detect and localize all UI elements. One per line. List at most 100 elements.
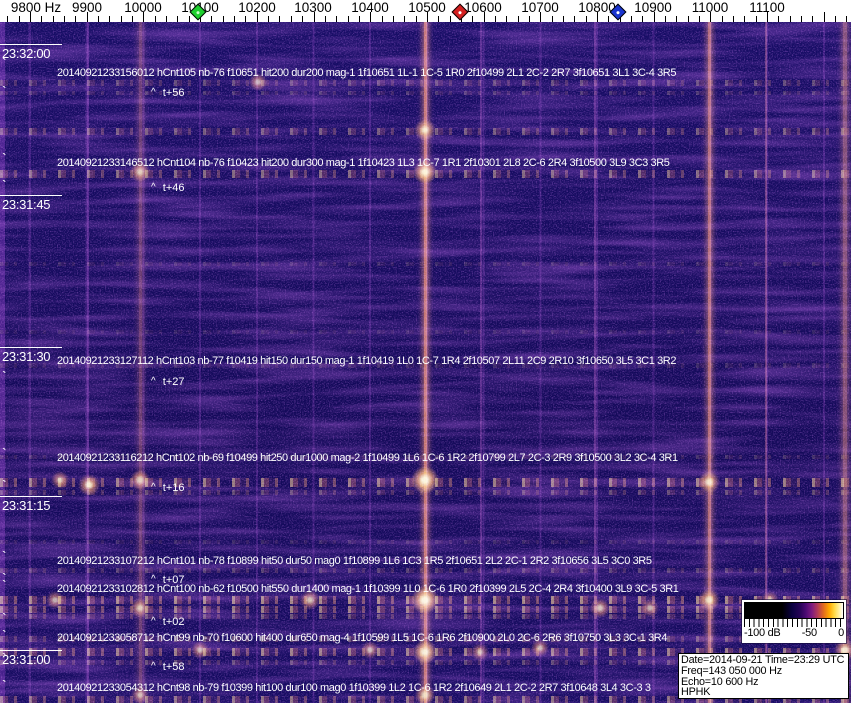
freq-tick: [392, 16, 394, 22]
freq-tick-label: 11100: [749, 0, 785, 15]
time-cursor: ^ t+58: [151, 661, 185, 673]
freq-tick: [687, 16, 689, 22]
freq-tick: [823, 12, 825, 22]
freq-tick: [347, 16, 349, 22]
left-edge-tick: `: [2, 610, 7, 626]
freq-tick-label: 10900: [634, 0, 672, 15]
scale-mid-label: -50: [801, 627, 817, 639]
time-cursor: ^ t+02: [151, 616, 185, 628]
caret-icon: ^: [151, 87, 156, 98]
time-tick-line: [0, 650, 62, 651]
freq-tick: [268, 16, 270, 22]
freq-tick: [608, 16, 610, 22]
freq-tick: [812, 16, 814, 22]
detection-log-line: 20140921233058712 hCnt99 nb-70 f10600 hi…: [57, 632, 668, 644]
freq-tick-label: 10200: [238, 0, 276, 15]
freq-tick: [41, 16, 43, 22]
freq-tick: [234, 16, 236, 22]
caret-icon: ^: [151, 482, 156, 493]
status-info-box: Date=2014-09-21 Time=23:29 UTC Freq=143 …: [678, 653, 849, 699]
freq-tick: [98, 16, 100, 22]
time-tick-line: [0, 44, 62, 45]
info-frequency: Freq=143 050 000 Hz: [681, 664, 782, 677]
freq-tick: [302, 16, 304, 22]
color-scale-labels: -100 dB -50 0: [744, 627, 844, 640]
left-edge-tick: `: [2, 55, 7, 71]
freq-tick: [438, 16, 440, 22]
caret-icon: ^: [151, 661, 156, 672]
freq-tick-label: 10000: [124, 0, 162, 15]
caret-icon: ^: [151, 616, 156, 627]
freq-tick: [279, 16, 281, 22]
freq-tick: [551, 16, 553, 22]
freq-tick: [574, 16, 576, 22]
freq-tick: [222, 16, 224, 22]
freq-tick: [75, 16, 77, 22]
time-tick-line: [0, 347, 62, 348]
time-label: 23:31:15: [2, 498, 51, 513]
freq-tick: [177, 16, 179, 22]
detection-log-line: 20140921233156012 hCnt105 nb-76 f10651 h…: [57, 67, 677, 79]
caret-icon: ^: [151, 376, 156, 387]
freq-tick: [733, 16, 735, 22]
detection-log-line: 20140921233146512 hCnt104 nb-76 f10423 h…: [57, 157, 670, 169]
time-label: 23:31:30: [2, 349, 51, 364]
detection-log-line: 20140921233116212 hCnt102 nb-69 f10499 h…: [57, 452, 678, 464]
freq-tick-label: 10500: [408, 0, 446, 15]
time-tick-line: [0, 195, 62, 196]
detection-log-line: 20140921233054312 hCnt98 nb-79 f10399 hi…: [57, 682, 651, 694]
left-edge-tick: `: [2, 677, 7, 693]
freq-tick: [245, 16, 247, 22]
freq-tick: [120, 16, 122, 22]
left-edge-tick: `: [2, 577, 7, 593]
freq-tick: [290, 16, 292, 22]
freq-tick: [665, 16, 667, 22]
freq-tick-label: 9900: [71, 0, 103, 15]
freq-tick: [721, 16, 723, 22]
left-edge-tick: `: [2, 548, 7, 564]
time-cursor: ^ t+16: [151, 482, 185, 494]
color-scale-ticks: [744, 619, 844, 627]
freq-tick: [211, 16, 213, 22]
freq-tick: [631, 16, 633, 22]
detection-log-line: 20140921233127112 hCnt103 nb-77 f10419 h…: [57, 355, 677, 367]
time-label: 23:32:00: [2, 46, 51, 61]
freq-tick: [154, 16, 156, 22]
time-cursor: ^ t+46: [151, 182, 185, 194]
blue-frequency-marker-center: [615, 9, 621, 15]
freq-tick: [699, 16, 701, 22]
freq-tick: [744, 16, 746, 22]
freq-tick: [132, 16, 134, 22]
freq-tick: [358, 16, 360, 22]
freq-tick: [64, 16, 66, 22]
color-scale: -100 dB -50 0: [742, 600, 846, 643]
freq-tick: [188, 16, 190, 22]
freq-tick: [585, 16, 587, 22]
freq-tick-label: 10600: [464, 0, 502, 15]
time-label: 23:31:00: [2, 652, 51, 667]
caret-icon: ^: [151, 574, 156, 585]
time-cursor: ^ t+27: [151, 376, 185, 388]
info-station-code: HPHK: [681, 686, 711, 699]
time-cursor: ^ t+07: [151, 574, 185, 586]
detection-log-line: 20140921233107212 hCnt101 nb-78 f10899 h…: [57, 555, 652, 567]
time-tick-line: [0, 496, 62, 497]
freq-tick: [415, 16, 417, 22]
freq-tick: [494, 16, 496, 22]
annotations-overlay: 23:32:00 23:31:45 23:31:30 23:31:15 23:31:00…: [0, 0, 851, 703]
caret-icon: ^: [151, 182, 156, 193]
freq-tick: [801, 16, 803, 22]
freq-tick: [528, 16, 530, 22]
freq-tick: [449, 16, 451, 22]
freq-tick: [676, 16, 678, 22]
freq-tick: [18, 16, 20, 22]
left-edge-tick: `: [2, 177, 7, 193]
freq-tick-label: 9800 Hz: [10, 0, 62, 15]
left-edge-tick: `: [2, 627, 7, 643]
freq-tick: [336, 16, 338, 22]
freq-tick-label: 11000: [691, 0, 729, 15]
scale-max-label: 0: [838, 627, 844, 639]
freq-tick: [381, 16, 383, 22]
color-gradient-bar: [744, 602, 844, 619]
left-edge-tick: `: [2, 368, 7, 384]
